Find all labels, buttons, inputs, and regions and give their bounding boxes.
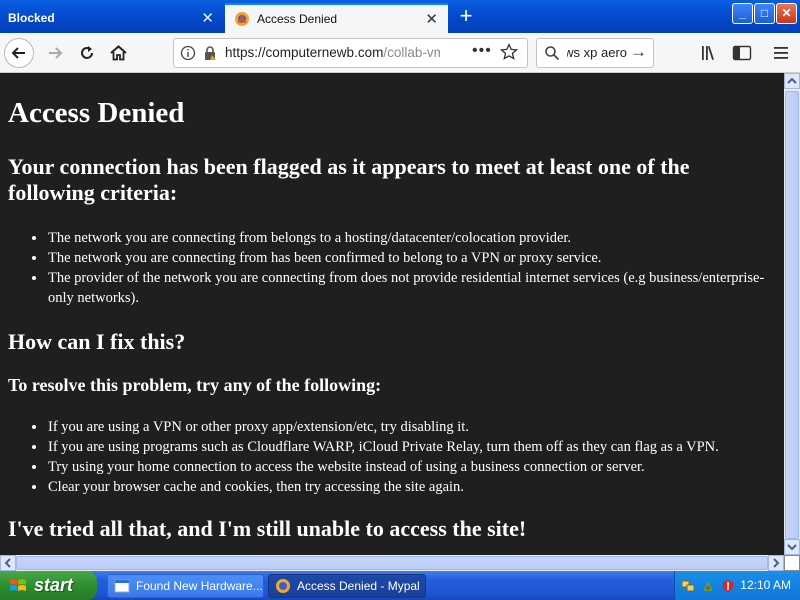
- bookmark-star-icon[interactable]: [500, 43, 518, 61]
- safely-remove-hardware-icon[interactable]: [701, 579, 715, 593]
- menu-icon[interactable]: [772, 44, 790, 62]
- minimize-button[interactable]: _: [732, 3, 753, 24]
- list-item: Clear your browser cache and cookies, th…: [47, 477, 784, 497]
- taskbar-item-mypal[interactable]: Access Denied - Mypal: [268, 574, 426, 598]
- system-tray: 12:10 AM: [674, 571, 800, 600]
- tab-label: Access Denied: [257, 12, 338, 26]
- scroll-down-arrow-icon[interactable]: [784, 539, 800, 555]
- search-bar[interactable]: windows xp aero →: [536, 38, 654, 68]
- clock: 12:10 AM: [740, 578, 791, 592]
- list-item: The network you are connecting from belo…: [47, 228, 767, 248]
- close-window-button[interactable]: ✕: [776, 3, 797, 24]
- taskbar-item-label: Access Denied - Mypal: [297, 579, 420, 593]
- list-item: If you are using a VPN or other proxy ap…: [47, 417, 784, 437]
- search-go-icon[interactable]: →: [630, 42, 647, 62]
- tab-blocked[interactable]: Blocked ✕: [0, 3, 222, 33]
- home-icon: [109, 45, 127, 61]
- reload-button[interactable]: [72, 38, 102, 68]
- address-bar[interactable]: https://computernewb.com/collab-vm •••: [173, 38, 528, 68]
- tab-close-icon[interactable]: ✕: [201, 9, 214, 27]
- taskbar-item-label: Found New Hardware...: [136, 579, 263, 593]
- criteria-heading: Your connection has been flagged as it a…: [8, 154, 690, 205]
- security-shield-icon[interactable]: [721, 579, 735, 593]
- sidebar-icon[interactable]: [732, 44, 752, 62]
- taskbar-item-found-new-hardware[interactable]: Found New Hardware...: [107, 574, 264, 598]
- list-item: If you are using programs such as Cloudf…: [47, 437, 784, 457]
- maximize-button[interactable]: □: [754, 3, 775, 24]
- tried-heading: I've tried all that, and I'm still unabl…: [8, 516, 527, 541]
- search-input[interactable]: windows xp aero: [567, 45, 627, 60]
- mypal-browser-icon: [276, 579, 290, 593]
- url-text[interactable]: https://computernewb.com/collab-vm: [225, 45, 440, 60]
- forward-arrow-icon: [49, 47, 63, 59]
- browser-tab-strip: Blocked ✕ Access Denied ✕ + _ □ ✕: [0, 0, 800, 33]
- navigation-toolbar: https://computernewb.com/collab-vm ••• w…: [0, 33, 800, 73]
- vertical-scrollbar[interactable]: [784, 73, 800, 555]
- home-button[interactable]: [103, 38, 133, 68]
- scroll-right-arrow-icon[interactable]: [768, 555, 784, 571]
- scroll-left-arrow-icon[interactable]: [0, 555, 16, 571]
- list-item: The provider of the network you are conn…: [47, 268, 767, 308]
- tab-close-icon[interactable]: ✕: [425, 10, 438, 28]
- criteria-list: The network you are connecting from belo…: [8, 228, 767, 308]
- url-path: /collab-vm: [383, 45, 440, 60]
- network-icon[interactable]: [681, 579, 695, 593]
- list-item: The network you are connecting from has …: [47, 248, 767, 268]
- url-host: https://computernewb.com: [225, 45, 384, 60]
- list-item: Try using your home connection to access…: [47, 457, 784, 477]
- new-tab-button[interactable]: +: [452, 4, 480, 30]
- search-icon: [545, 46, 560, 61]
- start-button[interactable]: start: [0, 571, 97, 600]
- tab-label: Blocked: [8, 11, 55, 25]
- start-label: start: [34, 575, 74, 595]
- lock-icon[interactable]: [202, 45, 218, 61]
- hardware-wizard-icon: [114, 579, 130, 593]
- info-icon[interactable]: [180, 45, 196, 61]
- taskbar: start Found New Hardware... Access Denie…: [0, 571, 800, 600]
- resolve-heading: To resolve this problem, try any of the …: [8, 375, 382, 395]
- page-actions-icon[interactable]: •••: [472, 42, 492, 60]
- page-title: Access Denied: [8, 97, 185, 129]
- horizontal-scrollbar[interactable]: [0, 555, 784, 571]
- scroll-up-arrow-icon[interactable]: [784, 73, 800, 89]
- reload-icon: [81, 46, 93, 59]
- vertical-scroll-thumb[interactable]: [785, 91, 799, 539]
- resolve-list: If you are using a VPN or other proxy ap…: [8, 417, 784, 497]
- tab-access-denied[interactable]: Access Denied ✕: [225, 3, 448, 33]
- scrollbar-corner: [784, 555, 800, 571]
- horizontal-scroll-thumb[interactable]: [16, 556, 768, 570]
- windows-logo-icon: [10, 578, 26, 591]
- back-button[interactable]: [4, 38, 34, 68]
- fix-heading: How can I fix this?: [8, 329, 186, 354]
- browser-favicon-icon: [235, 12, 249, 26]
- back-arrow-icon: [11, 47, 25, 59]
- forward-button[interactable]: [40, 38, 70, 68]
- library-icon[interactable]: [700, 44, 720, 62]
- page-content: Access Denied Your connection has been f…: [0, 73, 784, 555]
